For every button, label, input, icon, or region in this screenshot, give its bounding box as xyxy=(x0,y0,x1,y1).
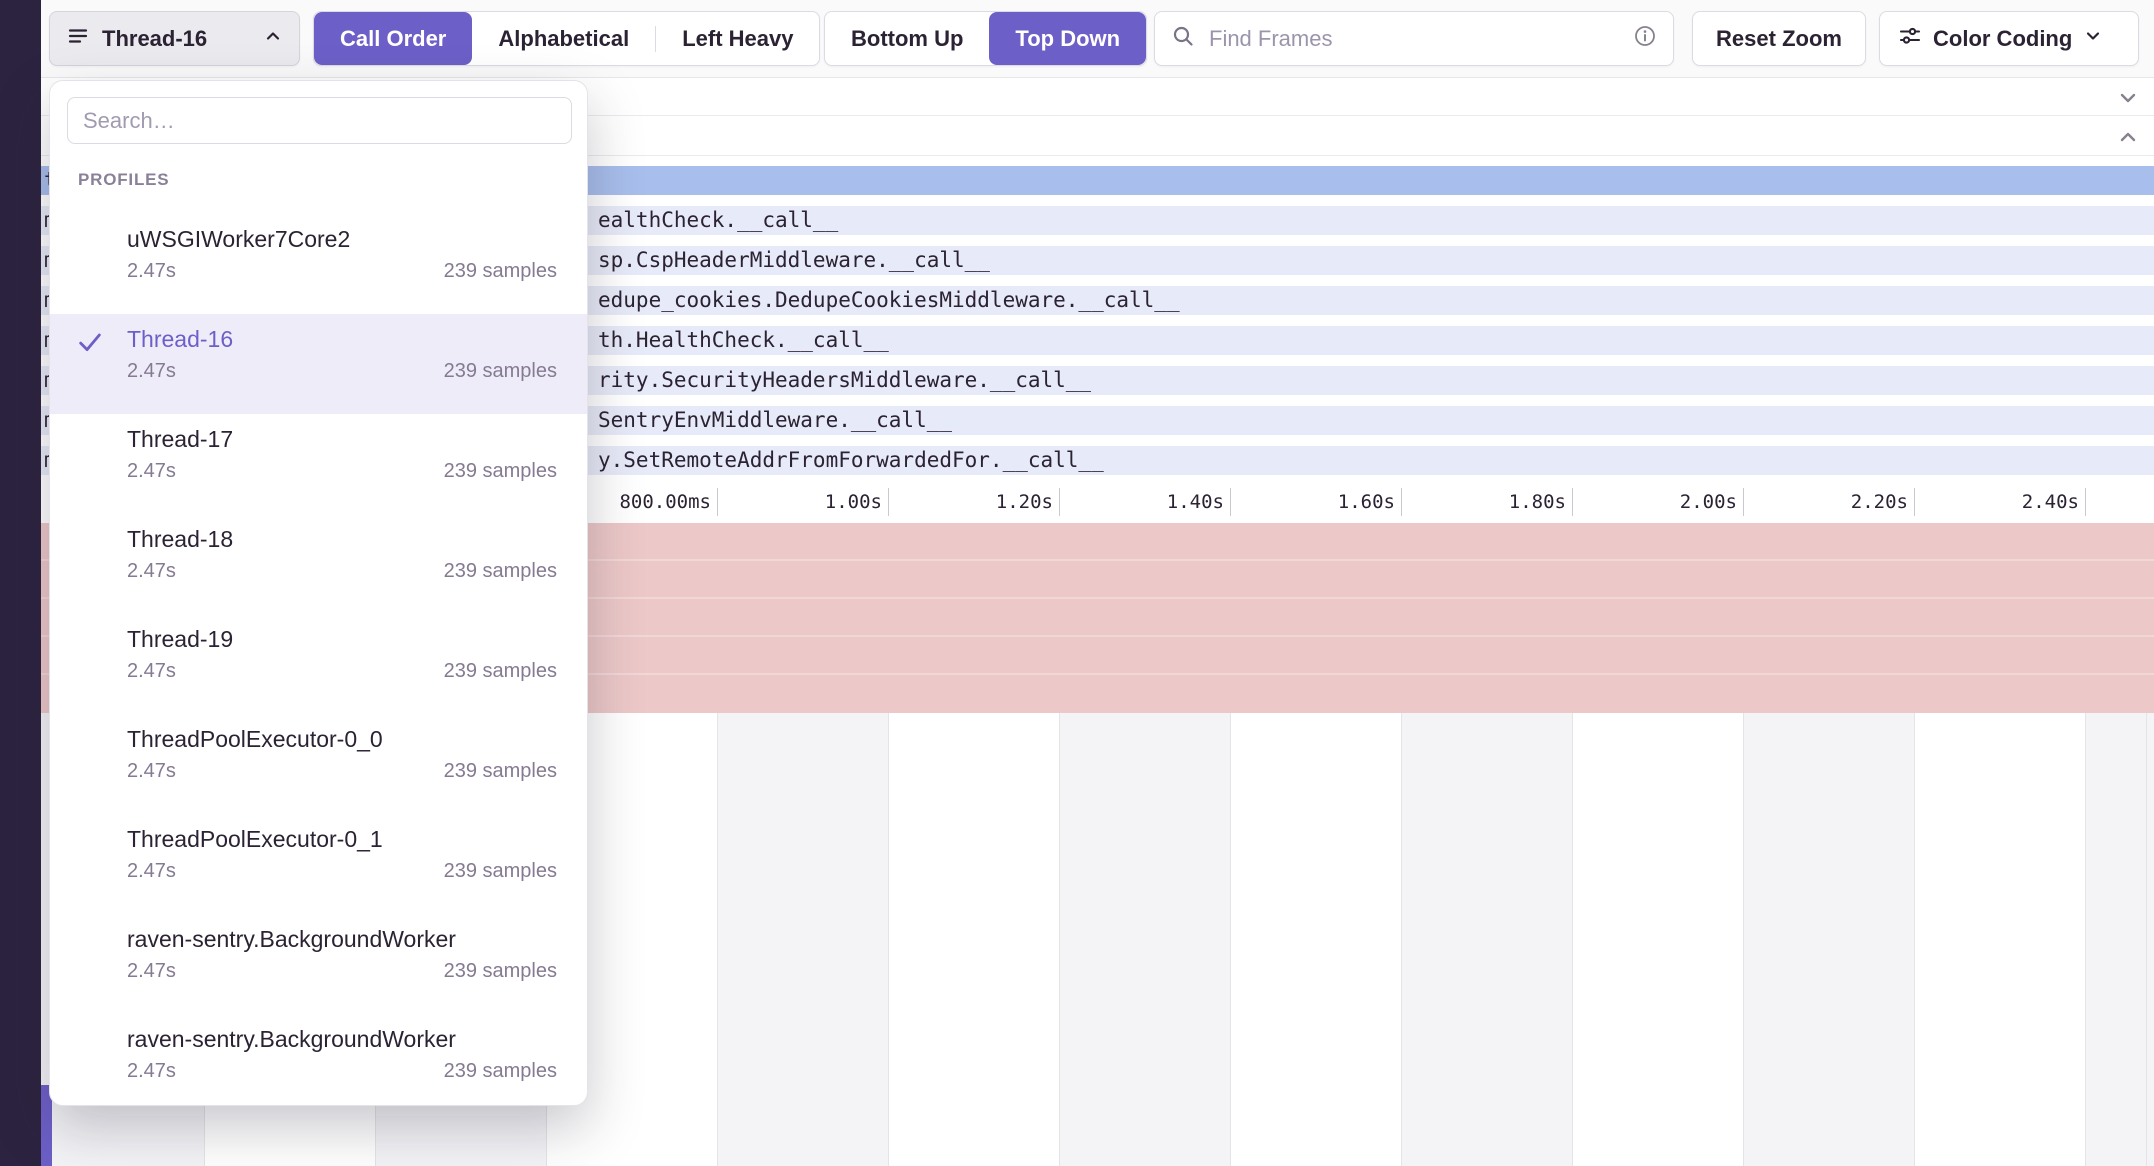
profile-duration: 2.47s xyxy=(127,1060,176,1083)
axis-tick-label: 1.60s xyxy=(1195,491,1395,513)
profile-option[interactable]: uWSGIWorker7Core2 2.47s 239 samples xyxy=(50,214,587,314)
profile-samples: 239 samples xyxy=(444,660,557,683)
profile-name: Thread-19 xyxy=(127,624,557,654)
profile-name: raven-sentry.BackgroundWorker xyxy=(127,1024,557,1054)
chevron-up-icon xyxy=(263,26,283,52)
frame-text: rity.SecurityHeadersMiddleware.__call__ xyxy=(598,366,1091,395)
profiles-list: uWSGIWorker7Core2 2.47s 239 samples Threa… xyxy=(50,214,587,1106)
axis-tick-label: 2.00s xyxy=(1537,491,1737,513)
profile-duration: 2.47s xyxy=(127,460,176,483)
profile-samples: 239 samples xyxy=(444,760,557,783)
profile-option[interactable]: raven-sentry.BackgroundWorker 2.47s 239 s… xyxy=(50,914,587,1014)
sort-alphabetical-button[interactable]: Alphabetical xyxy=(472,12,655,65)
frame-text: SentryEnvMiddleware.__call__ xyxy=(598,406,952,435)
frame-text: ealthCheck.__call__ xyxy=(598,206,838,235)
profiles-dropdown-panel: PROFILES uWSGIWorker7Core2 2.47s 239 samp… xyxy=(49,80,588,1106)
profile-duration: 2.47s xyxy=(127,560,176,583)
direction-segmented-control: Bottom Up Top Down xyxy=(824,11,1147,66)
profile-option-selected[interactable]: Thread-16 2.47s 239 samples xyxy=(50,314,587,414)
info-icon[interactable] xyxy=(1633,24,1657,54)
axis-tick-label: 1.00s xyxy=(682,491,882,513)
profile-option[interactable]: ThreadPoolExecutor-0_1 2.47s 239 samples xyxy=(50,814,587,914)
profile-option[interactable]: Thread-17 2.47s 239 samples xyxy=(50,414,587,514)
reset-zoom-button[interactable]: Reset Zoom xyxy=(1692,11,1866,66)
search-icon xyxy=(1171,24,1195,54)
profile-option[interactable]: Thread-19 2.47s 239 samples xyxy=(50,614,587,714)
chevron-up-icon[interactable] xyxy=(2116,125,2140,149)
frame-text: th.HealthCheck.__call__ xyxy=(598,326,889,355)
axis-tick-label: 2.20s xyxy=(1708,491,1908,513)
profile-samples: 239 samples xyxy=(444,260,557,283)
profile-duration: 2.47s xyxy=(127,760,176,783)
color-coding-button[interactable]: Color Coding xyxy=(1879,11,2139,66)
top-down-button[interactable]: Top Down xyxy=(989,12,1146,65)
profile-duration: 2.47s xyxy=(127,860,176,883)
profile-samples: 239 samples xyxy=(444,360,557,383)
profile-option[interactable]: ThreadPoolExecutor-0_0 2.47s 239 samples xyxy=(50,714,587,814)
profile-name: Thread-17 xyxy=(127,424,557,454)
profile-name: ThreadPoolExecutor-0_0 xyxy=(127,724,557,754)
axis-tick-label: 1.20s xyxy=(853,491,1053,513)
sliders-icon xyxy=(1898,24,1922,54)
check-icon xyxy=(76,328,104,356)
axis-tick-label: 1.80s xyxy=(1366,491,1566,513)
profile-duration: 2.47s xyxy=(127,260,176,283)
sort-left-heavy-button[interactable]: Left Heavy xyxy=(656,12,819,65)
profile-name: raven-sentry.BackgroundWorker xyxy=(127,924,557,954)
profile-option[interactable]: Thread-18 2.47s 239 samples xyxy=(50,514,587,614)
chevron-down-icon[interactable] xyxy=(2116,86,2140,110)
profile-samples: 239 samples xyxy=(444,860,557,883)
axis-tick-label: 1.40s xyxy=(1024,491,1224,513)
frame-text: sp.CspHeaderMiddleware.__call__ xyxy=(598,246,990,275)
color-coding-label: Color Coding xyxy=(1933,26,2072,52)
app-sidebar-strip xyxy=(0,0,41,1166)
thread-selector-label: Thread-16 xyxy=(102,26,207,52)
frame-text: edupe_cookies.DedupeCookiesMiddleware.__… xyxy=(598,286,1180,315)
sort-call-order-button[interactable]: Call Order xyxy=(314,12,472,65)
profile-name: Thread-18 xyxy=(127,524,557,554)
profile-samples: 239 samples xyxy=(444,960,557,983)
axis-tick-label: 2.40s xyxy=(1879,491,2079,513)
profile-duration: 2.47s xyxy=(127,660,176,683)
bottom-up-button[interactable]: Bottom Up xyxy=(825,12,989,65)
find-frames-input[interactable] xyxy=(1207,25,1621,53)
profile-duration: 2.47s xyxy=(127,960,176,983)
profile-option[interactable]: raven-sentry.BackgroundWorker 2.47s 239 s… xyxy=(50,1014,587,1106)
profiler-toolbar: Thread-16 Call Order Alphabetical Left H… xyxy=(41,0,2154,78)
profiles-section-label: PROFILES xyxy=(78,170,587,190)
profile-name: ThreadPoolExecutor-0_1 xyxy=(127,824,557,854)
reset-zoom-label: Reset Zoom xyxy=(1716,26,1842,52)
sort-mode-segmented-control: Call Order Alphabetical Left Heavy xyxy=(313,11,820,66)
profile-samples: 239 samples xyxy=(444,460,557,483)
thread-selector-button[interactable]: Thread-16 xyxy=(49,11,300,66)
chevron-down-icon xyxy=(2083,26,2103,52)
profile-name: uWSGIWorker7Core2 xyxy=(127,224,557,254)
profile-list-icon xyxy=(66,24,90,54)
dropdown-search-input[interactable] xyxy=(67,97,572,144)
profile-name: Thread-16 xyxy=(127,324,557,354)
axis-tick xyxy=(2085,488,2086,516)
find-frames-box xyxy=(1154,11,1674,66)
profile-duration: 2.47s xyxy=(127,360,176,383)
profile-samples: 239 samples xyxy=(444,560,557,583)
frame-text: y.SetRemoteAddrFromForwardedFor.__call__ xyxy=(598,446,1104,475)
profile-samples: 239 samples xyxy=(444,1060,557,1083)
